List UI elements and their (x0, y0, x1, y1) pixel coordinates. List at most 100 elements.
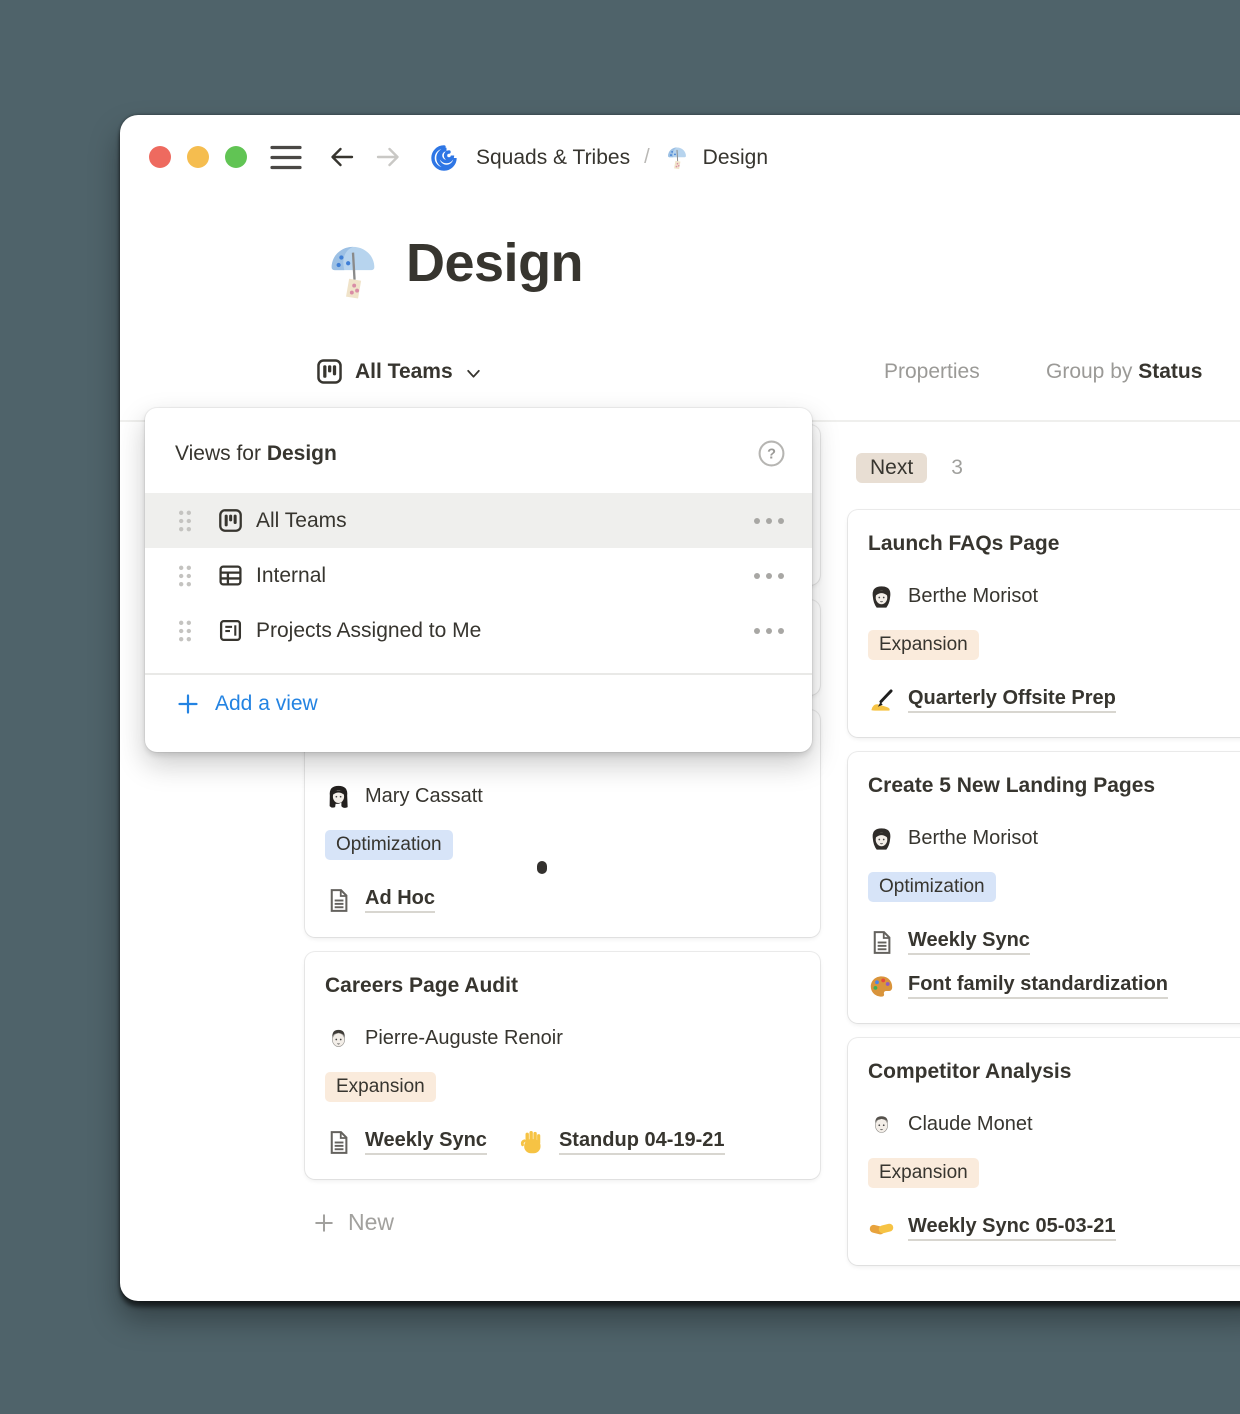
page-icon (325, 1129, 352, 1156)
board-card[interactable]: Careers Page Audit Pierre-Auguste Renoir E… (305, 952, 820, 1179)
views-popover-title: Views for Design (175, 442, 337, 466)
page-link[interactable]: Weekly Sync 05-03-21 (908, 1215, 1116, 1241)
chevron-down-icon (465, 365, 482, 382)
assignee-name: Claude Monet (908, 1113, 1033, 1136)
assignee: Claude Monet (868, 1108, 1240, 1140)
page-icon-wind-chime[interactable] (322, 241, 384, 303)
avatar-woman-bob (868, 825, 895, 852)
page-link[interactable]: Standup 04-19-21 (559, 1129, 725, 1155)
board-card[interactable]: Create 5 New Landing Pages Berthe Morisot… (848, 752, 1240, 1023)
view-option-label: Internal (256, 564, 326, 588)
help-icon[interactable]: ? (757, 439, 786, 468)
assignee: Berthe Morisot (868, 822, 1240, 854)
group-by-button[interactable]: Group by Status (1046, 360, 1202, 384)
group-status-badge[interactable]: Next (856, 453, 927, 483)
view-option-label: Projects Assigned to Me (256, 619, 481, 643)
tag-row: Expansion (868, 630, 1240, 665)
breadcrumb: Squads & Tribes / Design (428, 115, 768, 200)
swirl-logo-icon (428, 142, 460, 174)
zoom-window-button[interactable] (225, 146, 247, 168)
views-popover-header: Views for Design ? (145, 408, 812, 493)
status-tag: Optimization (868, 872, 996, 902)
page-link[interactable]: Weekly Sync (365, 1129, 487, 1155)
ellipsis-icon[interactable] (752, 627, 786, 635)
avatar-man-2 (325, 1025, 352, 1052)
page-link[interactable]: Font family standardization (908, 973, 1168, 999)
assignee-name: Pierre-Auguste Renoir (365, 1027, 563, 1050)
board-view-icon (316, 358, 343, 385)
link-row: Weekly Sync (868, 925, 1240, 959)
card-title: Create 5 New Landing Pages (868, 772, 1240, 800)
group-by-value: Status (1138, 360, 1202, 383)
breadcrumb-page[interactable]: Design (703, 146, 768, 170)
plus-icon (313, 1212, 335, 1234)
card-title: Competitor Analysis (868, 1058, 1240, 1086)
board-card[interactable]: Competitor Analysis Claude Monet Expansion… (848, 1038, 1240, 1265)
assignee-name: Berthe Morisot (908, 827, 1038, 850)
app-window: Squads & Tribes / Design Design All Team… (120, 115, 1240, 1301)
views-popover: Views for Design ? All Teams Internal Pr… (145, 408, 812, 752)
drag-handle-icon[interactable] (176, 509, 194, 533)
tag-row: Optimization (868, 872, 1240, 907)
plus-icon (176, 692, 200, 716)
view-option-all-teams[interactable]: All Teams (145, 493, 812, 548)
tag-row: Optimization (325, 830, 800, 865)
view-option-internal[interactable]: Internal (145, 548, 812, 603)
close-window-button[interactable] (149, 146, 171, 168)
assignee-name: Berthe Morisot (908, 585, 1038, 608)
status-tag: Expansion (868, 1158, 979, 1188)
wind-chime-icon (664, 145, 690, 171)
page-icon (868, 929, 895, 956)
avatar-man-1 (868, 1111, 895, 1138)
status-tag: Expansion (325, 1072, 436, 1102)
page-header: Design (322, 227, 583, 303)
svg-text:?: ? (767, 447, 776, 463)
group-by-label: Group by (1046, 360, 1138, 383)
properties-button[interactable]: Properties (884, 360, 980, 384)
page-title[interactable]: Design (406, 227, 583, 299)
drag-handle-icon[interactable] (176, 619, 194, 643)
view-option-projects-assigned-to-me[interactable]: Projects Assigned to Me (145, 603, 812, 658)
avatar-woman-long (325, 783, 352, 810)
table-view-icon (218, 563, 243, 588)
ellipsis-icon[interactable] (752, 517, 786, 525)
titlebar: Squads & Tribes / Design (120, 115, 1240, 200)
view-switcher[interactable]: All Teams (316, 358, 482, 385)
link-row: Weekly Sync Standup 04-19-21 (325, 1125, 800, 1159)
obscured-card-title-fragment (537, 861, 547, 874)
group-header-next: Next 3 (856, 448, 1240, 488)
minimize-window-button[interactable] (187, 146, 209, 168)
status-tag: Optimization (325, 830, 453, 860)
new-card-button[interactable]: New (313, 1209, 820, 1236)
board-column-next: Next 3 Launch FAQs PageBerthe MorisotExp… (848, 448, 1240, 1280)
board-card[interactable]: Launch FAQs PageBerthe MorisotExpansionQ… (848, 510, 1240, 737)
hamburger-menu-icon[interactable] (270, 144, 302, 171)
tag-row: Expansion (868, 1158, 1240, 1193)
breadcrumb-separator: / (644, 146, 650, 169)
assignee: Berthe Morisot (868, 580, 1240, 612)
drag-handle-icon[interactable] (176, 564, 194, 588)
tag-row: Expansion (325, 1072, 800, 1107)
palette-icon (868, 973, 895, 1000)
breadcrumb-workspace[interactable]: Squads & Tribes (476, 146, 630, 170)
page-link[interactable]: Ad Hoc (365, 887, 435, 913)
page-link[interactable]: Weekly Sync (908, 929, 1030, 955)
card-title: Careers Page Audit (325, 972, 800, 1000)
current-view-name: All Teams (355, 360, 453, 384)
view-option-label: All Teams (256, 509, 347, 533)
traffic-lights (149, 146, 247, 168)
assignee-name: Mary Cassatt (365, 785, 483, 808)
back-arrow-icon[interactable] (328, 143, 356, 171)
group-card-count: 3 (951, 456, 963, 480)
assignee: Pierre-Auguste Renoir (325, 1022, 800, 1054)
board-view-icon (218, 508, 243, 533)
status-tag: Expansion (868, 630, 979, 660)
add-a-view-label: Add a view (215, 692, 318, 716)
link-row: Weekly Sync 05-03-21 (868, 1211, 1240, 1245)
ellipsis-icon[interactable] (752, 572, 786, 580)
add-a-view-button[interactable]: Add a view (145, 675, 812, 716)
page-icon (325, 887, 352, 914)
link-row: Quarterly Offsite Prep (868, 683, 1240, 717)
link-row: Ad Hoc (325, 883, 800, 917)
page-link[interactable]: Quarterly Offsite Prep (908, 687, 1116, 713)
